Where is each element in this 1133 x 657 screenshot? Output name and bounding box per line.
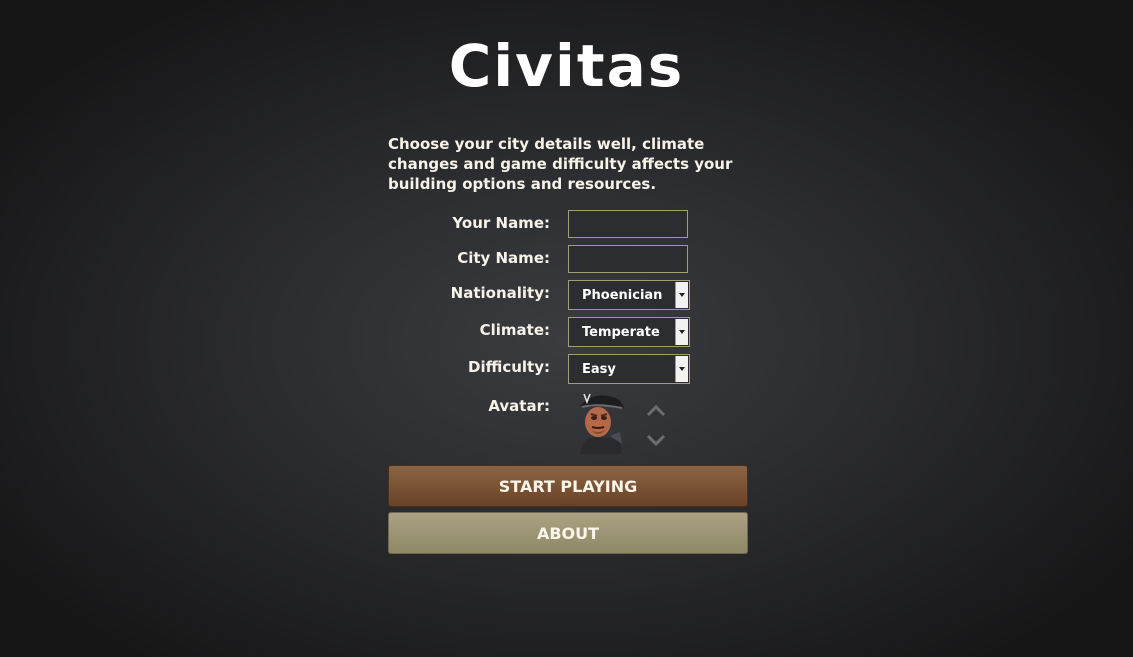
avatar-row: Avatar: [388,393,748,454]
name-row: Your Name: [388,210,748,240]
difficulty-label: Difficulty: [468,358,550,376]
avatar-label: Avatar: [488,397,550,415]
nationality-row: Nationality: Phoenician [388,280,748,310]
climate-label: Climate: [479,321,550,339]
start-playing-button[interactable]: START PLAYING [388,465,748,507]
chevron-up-icon[interactable] [646,404,666,418]
climate-select[interactable]: Temperate [568,317,690,347]
city-row: City Name: [388,245,748,275]
pirate-captain-avatar [580,393,624,454]
difficulty-value: Easy [582,362,616,377]
name-input[interactable] [568,210,688,238]
nationality-select[interactable]: Phoenician [568,280,690,310]
name-label: Your Name: [452,214,550,232]
dropdown-arrow-icon[interactable] [675,319,688,345]
nationality-label: Nationality: [450,284,550,302]
difficulty-row: Difficulty: Easy [388,354,748,384]
climate-row: Climate: Temperate [388,317,748,347]
difficulty-select[interactable]: Easy [568,354,690,384]
nationality-value: Phoenician [582,288,663,303]
intro-text: Choose your city details well, climate c… [388,135,733,193]
game-title: Civitas [448,32,685,100]
dropdown-arrow-icon[interactable] [675,282,688,308]
chevron-down-icon[interactable] [646,433,666,447]
about-button[interactable]: ABOUT [388,512,748,554]
dropdown-arrow-icon[interactable] [675,356,688,382]
climate-value: Temperate [582,325,660,340]
city-label: City Name: [457,249,550,267]
city-input[interactable] [568,245,688,273]
